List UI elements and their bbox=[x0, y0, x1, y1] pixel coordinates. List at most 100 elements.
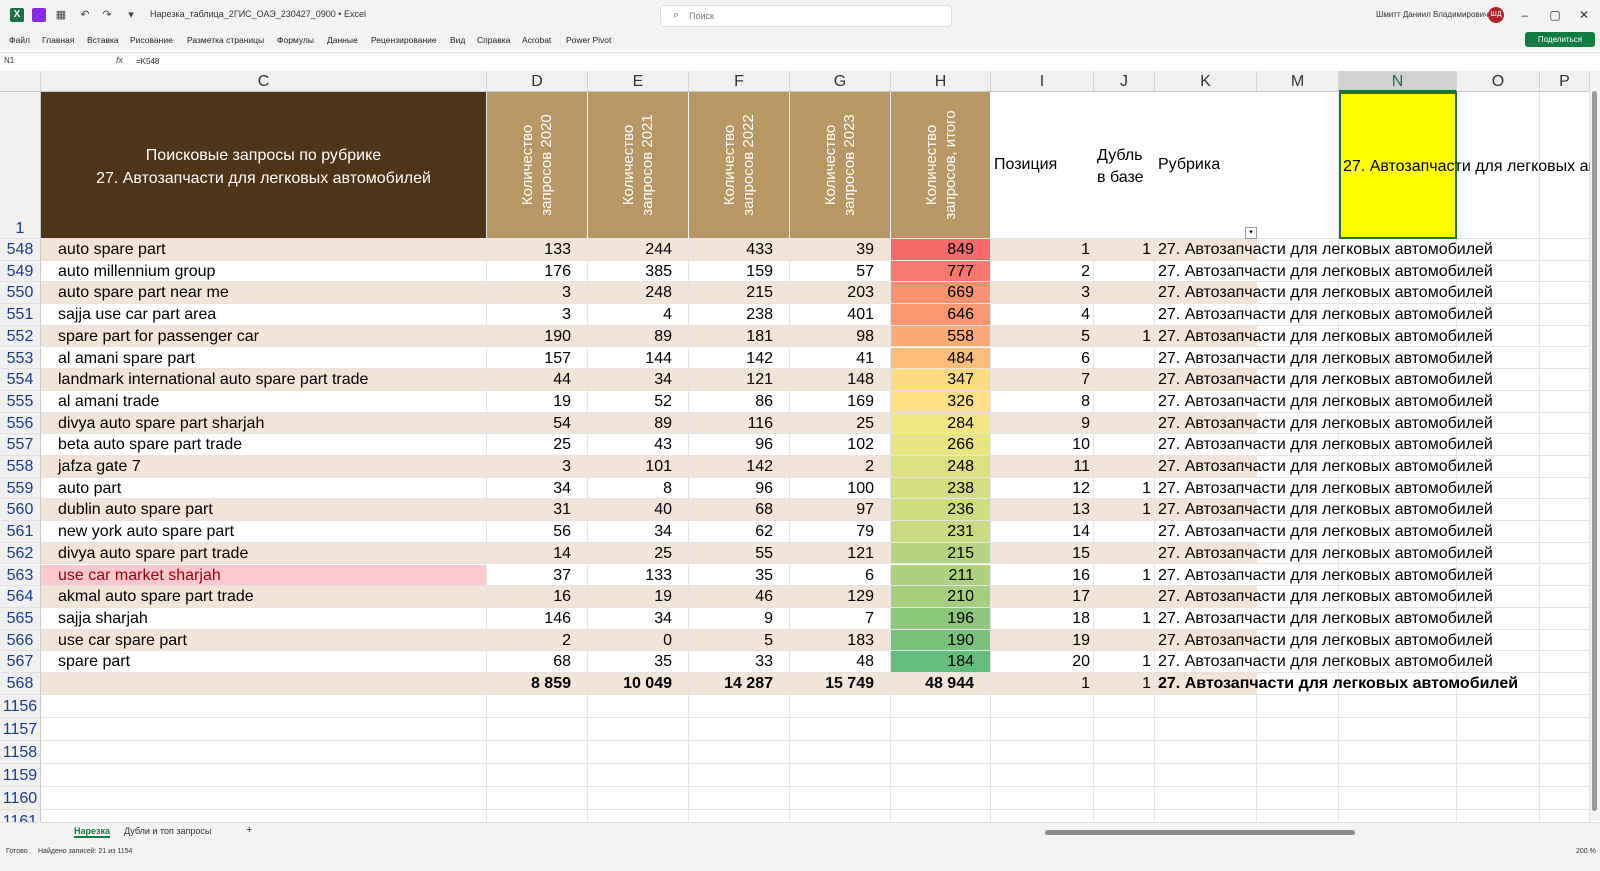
query-cell[interactable]: auto spare part bbox=[41, 239, 487, 261]
query-cell[interactable]: use car market sharjah bbox=[41, 564, 487, 587]
header-title-cell[interactable]: Поисковые запросы по рубрике 27. Автозапч… bbox=[41, 92, 487, 239]
column-header-o[interactable]: O bbox=[1457, 71, 1540, 92]
count-cell-e[interactable]: 19 bbox=[588, 586, 689, 608]
sheet-tab-dubli[interactable]: Дубли и топ запросы bbox=[124, 826, 211, 836]
total-count-cell[interactable]: 215 bbox=[891, 542, 991, 565]
count-cell-d[interactable]: 37 bbox=[487, 564, 588, 587]
empty-cell[interactable] bbox=[1540, 786, 1590, 810]
position-cell[interactable]: 1 bbox=[991, 239, 1094, 261]
empty-cell[interactable] bbox=[41, 786, 487, 810]
count-cell-e[interactable]: 35 bbox=[588, 651, 689, 673]
grand-total-d[interactable]: 8 859 bbox=[487, 673, 588, 695]
count-cell-g[interactable]: 129 bbox=[790, 586, 891, 608]
position-cell[interactable]: 9 bbox=[991, 412, 1094, 435]
empty-cell[interactable] bbox=[991, 786, 1094, 810]
rubric-cell[interactable]: 27. Автозапчасти для легковых автомобиле… bbox=[1158, 304, 1493, 326]
position-cell[interactable]: 5 bbox=[991, 325, 1094, 348]
empty-cell[interactable] bbox=[1339, 763, 1457, 787]
count-cell-d[interactable]: 34 bbox=[487, 477, 588, 500]
total-count-cell[interactable]: 231 bbox=[891, 521, 991, 543]
count-cell-f[interactable]: 62 bbox=[689, 521, 790, 543]
empty-cell[interactable] bbox=[1257, 786, 1339, 810]
fx-icon[interactable]: fx bbox=[116, 55, 123, 65]
header-f-cell[interactable]: Количество запросов 2022 bbox=[689, 92, 790, 239]
row-header[interactable]: 561 bbox=[0, 521, 41, 543]
count-cell-d[interactable]: 133 bbox=[487, 239, 588, 261]
count-cell-d[interactable]: 19 bbox=[487, 390, 588, 413]
count-cell-e[interactable]: 34 bbox=[588, 369, 689, 391]
empty-cell[interactable] bbox=[1540, 260, 1590, 283]
row-header[interactable]: 1158 bbox=[0, 740, 41, 764]
query-cell[interactable]: auto spare part near me bbox=[41, 282, 487, 305]
empty-cell[interactable] bbox=[689, 740, 790, 764]
count-cell-d[interactable]: 31 bbox=[487, 499, 588, 522]
count-cell-g[interactable]: 79 bbox=[790, 521, 891, 543]
tab-review[interactable]: Рецензирование bbox=[371, 35, 437, 45]
row-header[interactable]: 551 bbox=[0, 304, 41, 326]
count-cell-d[interactable]: 56 bbox=[487, 521, 588, 543]
empty-cell[interactable] bbox=[991, 717, 1094, 741]
rubric-cell[interactable]: 27. Автозапчасти для легковых автомобиле… bbox=[1158, 608, 1493, 630]
count-cell-e[interactable]: 248 bbox=[588, 282, 689, 305]
zoom-level[interactable]: 200 % bbox=[1576, 848, 1596, 855]
count-cell-d[interactable]: 176 bbox=[487, 260, 588, 283]
empty-cell[interactable] bbox=[689, 717, 790, 741]
duplicate-cell[interactable]: 1 bbox=[1094, 651, 1155, 673]
count-cell-g[interactable]: 203 bbox=[790, 282, 891, 305]
empty-cell[interactable] bbox=[1094, 763, 1155, 787]
position-cell[interactable]: 10 bbox=[991, 434, 1094, 456]
empty-cell[interactable] bbox=[1540, 740, 1590, 764]
total-count-cell[interactable]: 196 bbox=[891, 607, 991, 630]
count-cell-e[interactable]: 144 bbox=[588, 347, 689, 370]
duplicate-cell[interactable]: 1 bbox=[1094, 477, 1155, 500]
count-cell-d[interactable]: 3 bbox=[487, 282, 588, 305]
count-cell-f[interactable]: 181 bbox=[689, 325, 790, 348]
position-cell[interactable]: 19 bbox=[991, 629, 1094, 652]
header-d-cell[interactable]: Количество запросов 2020 bbox=[487, 92, 588, 239]
duplicate-cell[interactable] bbox=[1094, 260, 1155, 283]
tab-data[interactable]: Данные bbox=[327, 35, 358, 45]
count-cell-e[interactable]: 89 bbox=[588, 325, 689, 348]
count-cell-f[interactable]: 96 bbox=[689, 477, 790, 500]
avatar[interactable]: ШД bbox=[1488, 7, 1504, 23]
rubric-cell[interactable]: 27. Автозапчасти для легковых автомобиле… bbox=[1158, 348, 1493, 370]
duplicate-cell[interactable] bbox=[1094, 412, 1155, 435]
duplicate-cell[interactable]: 1 bbox=[1094, 564, 1155, 587]
rubric-cell[interactable]: 27. Автозапчасти для легковых автомобиле… bbox=[1158, 261, 1493, 283]
position-cell[interactable]: 11 bbox=[991, 456, 1094, 478]
total-count-cell[interactable]: 669 bbox=[891, 282, 991, 305]
count-cell-f[interactable]: 5 bbox=[689, 629, 790, 652]
total-duplicate-cell[interactable]: 1 bbox=[1094, 673, 1155, 695]
empty-cell[interactable] bbox=[689, 786, 790, 810]
position-cell[interactable]: 4 bbox=[991, 304, 1094, 326]
count-cell-g[interactable]: 39 bbox=[790, 239, 891, 261]
count-cell-f[interactable]: 9 bbox=[689, 607, 790, 630]
row-header[interactable]: 556 bbox=[0, 412, 41, 435]
empty-cell[interactable] bbox=[588, 717, 689, 741]
rubric-cell[interactable]: 27. Автозапчасти для легковых автомобиле… bbox=[1158, 456, 1493, 478]
empty-cell[interactable] bbox=[991, 740, 1094, 764]
count-cell-e[interactable]: 101 bbox=[588, 456, 689, 478]
count-cell-g[interactable]: 41 bbox=[790, 347, 891, 370]
row-header[interactable]: 558 bbox=[0, 456, 41, 478]
empty-cell[interactable] bbox=[1339, 694, 1457, 718]
count-cell-g[interactable]: 97 bbox=[790, 499, 891, 522]
header-m-cell[interactable] bbox=[1257, 92, 1339, 239]
empty-cell[interactable] bbox=[891, 763, 991, 787]
count-cell-e[interactable]: 8 bbox=[588, 477, 689, 500]
count-cell-d[interactable]: 2 bbox=[487, 629, 588, 652]
count-cell-d[interactable]: 157 bbox=[487, 347, 588, 370]
restore-button[interactable]: ▢ bbox=[1545, 6, 1565, 24]
empty-cell[interactable] bbox=[1540, 239, 1590, 261]
total-count-cell[interactable]: 646 bbox=[891, 304, 991, 326]
empty-cell[interactable] bbox=[588, 763, 689, 787]
count-cell-d[interactable]: 25 bbox=[487, 434, 588, 456]
rubric-cell[interactable]: 27. Автозапчасти для легковых автомобиле… bbox=[1158, 521, 1493, 543]
rubric-cell[interactable]: 27. Автозапчасти для легковых автомобиле… bbox=[1158, 326, 1493, 348]
duplicate-cell[interactable] bbox=[1094, 282, 1155, 305]
sheet-tab-narezka[interactable]: Нарезка bbox=[74, 826, 110, 838]
count-cell-e[interactable]: 25 bbox=[588, 542, 689, 565]
total-rubric-cell[interactable]: 27. Автозапчасти для легковых автомобиле… bbox=[1158, 673, 1518, 695]
count-cell-f[interactable]: 433 bbox=[689, 239, 790, 261]
count-cell-e[interactable]: 34 bbox=[588, 521, 689, 543]
